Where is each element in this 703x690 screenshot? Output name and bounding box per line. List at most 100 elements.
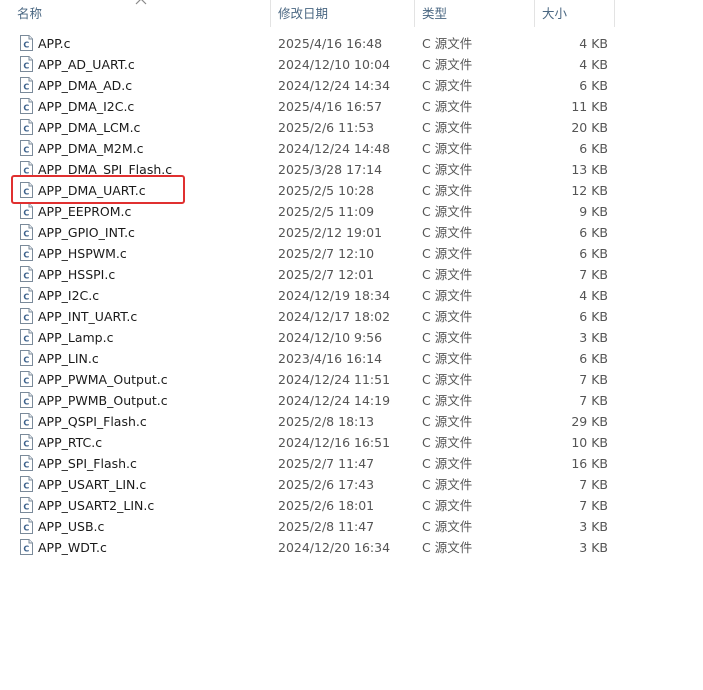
svg-text:C: C bbox=[23, 523, 29, 532]
svg-text:C: C bbox=[23, 334, 29, 343]
file-row[interactable]: C APP_GPIO_INT.c 2025/2/12 19:01 C 源文件 6 KB bbox=[0, 222, 620, 243]
file-type: C 源文件 bbox=[422, 435, 473, 450]
file-row[interactable]: C APP_DMA_LCM.c 2025/2/6 11:53 C 源文件 20 KB bbox=[0, 117, 620, 138]
column-divider[interactable] bbox=[414, 0, 415, 27]
file-type: C 源文件 bbox=[422, 540, 473, 555]
file-row[interactable]: C APP_DMA_I2C.c 2025/4/16 16:57 C 源文件 11 KB bbox=[0, 96, 620, 117]
file-row[interactable]: C APP_HSPWM.c 2025/2/7 12:10 C 源文件 6 KB bbox=[0, 243, 620, 264]
file-size: 20 KB bbox=[571, 120, 608, 135]
file-date: 2024/12/10 9:56 bbox=[278, 330, 383, 345]
file-row[interactable]: C APP_USB.c 2025/2/8 11:47 C 源文件 3 KB bbox=[0, 516, 620, 537]
c-source-file-icon: C bbox=[20, 203, 33, 219]
file-type: C 源文件 bbox=[422, 267, 473, 282]
file-row[interactable]: C APP_RTC.c 2024/12/16 16:51 C 源文件 10 KB bbox=[0, 432, 620, 453]
svg-text:C: C bbox=[23, 481, 29, 490]
file-date: 2025/3/28 17:14 bbox=[278, 162, 383, 177]
file-name: APP_I2C.c bbox=[38, 288, 100, 303]
file-size: 6 KB bbox=[579, 78, 608, 93]
c-source-file-icon: C bbox=[20, 392, 33, 408]
file-row[interactable]: C APP_USART2_LIN.c 2025/2/6 18:01 C 源文件 7 KB bbox=[0, 495, 620, 516]
svg-text:C: C bbox=[23, 502, 29, 511]
file-date: 2025/2/5 11:09 bbox=[278, 204, 375, 219]
file-row[interactable]: C APP_AD_UART.c 2024/12/10 10:04 C 源文件 4 KB bbox=[0, 54, 620, 75]
file-type: C 源文件 bbox=[422, 477, 473, 492]
file-name: APP_USART_LIN.c bbox=[38, 477, 147, 492]
column-header-type[interactable]: 类型 bbox=[416, 0, 535, 27]
file-name: APP_PWMB_Output.c bbox=[38, 393, 168, 408]
column-header-date[interactable]: 修改日期 bbox=[272, 0, 415, 27]
svg-text:C: C bbox=[23, 544, 29, 553]
file-row[interactable]: C APP_LIN.c 2023/4/16 16:14 C 源文件 6 KB bbox=[0, 348, 620, 369]
file-row[interactable]: C APP_Lamp.c 2024/12/10 9:56 C 源文件 3 KB bbox=[0, 327, 620, 348]
chevron-up-icon bbox=[135, 0, 147, 5]
c-source-file-icon: C bbox=[20, 350, 33, 366]
svg-text:C: C bbox=[23, 397, 29, 406]
c-source-file-icon: C bbox=[20, 77, 33, 93]
column-header-size[interactable]: 大小 bbox=[536, 0, 615, 27]
file-type: C 源文件 bbox=[422, 246, 473, 261]
file-type: C 源文件 bbox=[422, 78, 473, 93]
column-divider[interactable] bbox=[270, 0, 271, 27]
column-divider[interactable] bbox=[534, 0, 535, 27]
file-name: APP_SPI_Flash.c bbox=[38, 456, 137, 471]
c-source-file-icon: C bbox=[20, 497, 33, 513]
file-type: C 源文件 bbox=[422, 330, 473, 345]
file-size: 9 KB bbox=[579, 204, 608, 219]
file-name: APP_USART2_LIN.c bbox=[38, 498, 155, 513]
file-row[interactable]: C APP_PWMA_Output.c 2024/12/24 11:51 C 源文件 7… bbox=[0, 369, 620, 390]
file-size: 3 KB bbox=[579, 330, 608, 345]
file-row[interactable]: C APP_DMA_AD.c 2024/12/24 14:34 C 源文件 6 KB bbox=[0, 75, 620, 96]
file-date: 2025/2/5 10:28 bbox=[278, 183, 375, 198]
file-date: 2024/12/20 16:34 bbox=[278, 540, 391, 555]
file-row[interactable]: C APP_I2C.c 2024/12/19 18:34 C 源文件 4 KB bbox=[0, 285, 620, 306]
file-date: 2024/12/17 18:02 bbox=[278, 309, 391, 324]
file-size: 4 KB bbox=[579, 288, 608, 303]
file-row[interactable]: C APP_WDT.c 2024/12/20 16:34 C 源文件 3 KB bbox=[0, 537, 620, 558]
column-divider[interactable] bbox=[614, 0, 615, 27]
file-row[interactable]: C APP_EEPROM.c 2025/2/5 11:09 C 源文件 9 KB bbox=[0, 201, 620, 222]
svg-text:C: C bbox=[23, 271, 29, 280]
file-date: 2025/2/8 18:13 bbox=[278, 414, 375, 429]
file-date: 2024/12/24 14:48 bbox=[278, 141, 391, 156]
file-name: APP_USB.c bbox=[38, 519, 105, 534]
file-name: APP_GPIO_INT.c bbox=[38, 225, 135, 240]
file-date: 2025/2/7 12:01 bbox=[278, 267, 375, 282]
file-row[interactable]: C APP_HSSPI.c 2025/2/7 12:01 C 源文件 7 KB bbox=[0, 264, 620, 285]
file-name: APP_DMA_M2M.c bbox=[38, 141, 144, 156]
file-size: 7 KB bbox=[579, 372, 608, 387]
file-type: C 源文件 bbox=[422, 351, 473, 366]
file-type: C 源文件 bbox=[422, 519, 473, 534]
c-source-file-icon: C bbox=[20, 224, 33, 240]
file-name: APP_HSPWM.c bbox=[38, 246, 127, 261]
file-row[interactable]: C APP_SPI_Flash.c 2025/2/7 11:47 C 源文件 16 KB bbox=[0, 453, 620, 474]
file-row[interactable]: C APP_QSPI_Flash.c 2025/2/8 18:13 C 源文件 29 K… bbox=[0, 411, 620, 432]
svg-text:C: C bbox=[23, 124, 29, 133]
file-type: C 源文件 bbox=[422, 456, 473, 471]
file-type: C 源文件 bbox=[422, 183, 473, 198]
file-type: C 源文件 bbox=[422, 414, 473, 429]
file-row[interactable]: C APP_PWMB_Output.c 2024/12/24 14:19 C 源文件 7… bbox=[0, 390, 620, 411]
c-source-file-icon: C bbox=[20, 413, 33, 429]
c-source-file-icon: C bbox=[20, 140, 33, 156]
file-date: 2024/12/16 16:51 bbox=[278, 435, 391, 450]
file-row[interactable]: C APP_DMA_UART.c 2025/2/5 10:28 C 源文件 12 KB bbox=[0, 180, 620, 201]
c-source-file-icon: C bbox=[20, 56, 33, 72]
file-name: APP_HSSPI.c bbox=[38, 267, 116, 282]
file-row[interactable]: C APP.c 2025/4/16 16:48 C 源文件 4 KB bbox=[0, 33, 620, 54]
c-source-file-icon: C bbox=[20, 329, 33, 345]
file-type: C 源文件 bbox=[422, 120, 473, 135]
file-name: APP_Lamp.c bbox=[38, 330, 114, 345]
file-row[interactable]: C APP_INT_UART.c 2024/12/17 18:02 C 源文件 6 KB bbox=[0, 306, 620, 327]
file-name: APP.c bbox=[38, 36, 71, 51]
c-source-file-icon: C bbox=[20, 119, 33, 135]
file-row[interactable]: C APP_USART_LIN.c 2025/2/6 17:43 C 源文件 7 KB bbox=[0, 474, 620, 495]
file-size: 10 KB bbox=[571, 435, 608, 450]
file-row[interactable]: C APP_DMA_SPI_Flash.c 2025/3/28 17:14 C 源文件… bbox=[0, 159, 620, 180]
svg-text:C: C bbox=[23, 418, 29, 427]
file-type: C 源文件 bbox=[422, 288, 473, 303]
file-row[interactable]: C APP_DMA_M2M.c 2024/12/24 14:48 C 源文件 6 KB bbox=[0, 138, 620, 159]
file-date: 2025/2/7 12:10 bbox=[278, 246, 375, 261]
file-size: 11 KB bbox=[571, 99, 608, 114]
file-size: 7 KB bbox=[579, 498, 608, 513]
file-date: 2025/2/6 18:01 bbox=[278, 498, 375, 513]
